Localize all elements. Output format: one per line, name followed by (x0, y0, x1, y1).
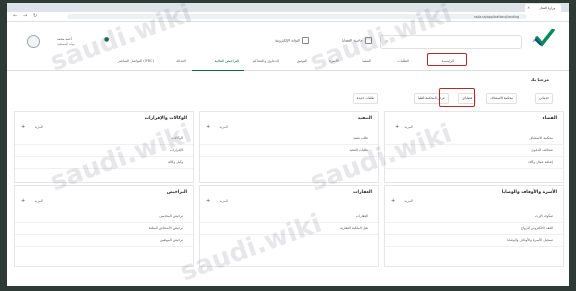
forward-icon[interactable]: → (23, 13, 27, 19)
more-link[interactable]: المزيد (219, 125, 228, 129)
welcome-title: مرحبا بك (530, 77, 549, 82)
tab-lawsuits[interactable]: الدعاوى والمحاكم (253, 59, 279, 63)
more-link[interactable]: المزيد (219, 199, 228, 203)
address-bar-row: ← → ↻ najiz.sa/applications/landing (7, 12, 569, 22)
card-title: التنفيذ (357, 116, 372, 121)
card-title: العقارات (353, 190, 372, 195)
browser-tab-title: وزارة العدل (539, 6, 555, 10)
e-portal-button[interactable]: البوابة الإلكترونية (275, 37, 310, 44)
more-link[interactable]: المزيد (404, 125, 413, 129)
active-tab-indicator (192, 70, 244, 71)
plus-icon[interactable]: + (391, 198, 395, 204)
card-title: القضاء (542, 116, 557, 121)
card-family-endowments: الأسرة والأوقاف والوصايا المزيد + صكوك ا… (384, 185, 564, 267)
list-item[interactable]: طلب تنفيذ (200, 134, 378, 145)
list-item[interactable]: صكوك الإرث (385, 212, 563, 223)
tab-direct-contact[interactable]: التواصل المباشر (IFRC) (118, 59, 154, 63)
browser-tab-bar: وزارة العدل × (7, 3, 569, 12)
more-link[interactable]: المزيد (34, 199, 43, 203)
highlight-box-header (427, 53, 467, 66)
url-text: najiz.sa/applications/landing (473, 14, 519, 19)
back-icon[interactable]: ← (13, 13, 17, 19)
list-item[interactable]: ترخيص المحامين (15, 212, 193, 223)
plus-icon[interactable]: + (206, 198, 210, 204)
reload-icon[interactable]: ↻ (33, 13, 37, 19)
close-icon[interactable]: × (527, 5, 530, 10)
list-item[interactable]: العقد الالكتروني للزواج (385, 224, 563, 235)
list-item[interactable]: ترخيص الموثقين (15, 236, 193, 247)
plus-icon[interactable]: + (206, 124, 210, 130)
chip-my-services[interactable]: خدماتي (535, 93, 553, 104)
chip-new-requests[interactable]: طلبات جديدة (352, 93, 378, 104)
e-portal-label: البوابة الإلكترونية (275, 38, 301, 43)
list-item[interactable]: تسجيل الأسرة والأوقاف والوصايا (385, 236, 563, 247)
logo-text: ناجز (532, 38, 539, 42)
highlight-box-chip (439, 88, 475, 107)
tab-requests[interactable]: الطلبات (397, 59, 409, 63)
browser-tab[interactable]: وزارة العدل × (525, 4, 561, 12)
portal-icon (302, 37, 310, 44)
card-title: التراخيص (166, 190, 187, 195)
card-title: الأسرة والأوقاف والوصايا (501, 190, 557, 195)
browser-window: وزارة العدل × ← → ↻ najiz.sa/application… (7, 3, 569, 286)
card-licenses: التراخيص المزيد + ترخيص المحامين ترخيص ا… (14, 185, 194, 267)
more-link[interactable]: المزيد (34, 125, 43, 129)
avatar[interactable] (27, 35, 40, 48)
list-item[interactable]: ترخيص الأشخاص المثلثة (15, 224, 193, 235)
tab-financial-licenses[interactable]: التراخيص المالية (215, 59, 239, 63)
chip-appeal-court[interactable]: محكمة الاستئناف (486, 93, 517, 104)
tab-documentation[interactable]: التوثيق (297, 59, 307, 63)
tab-justice[interactable]: العدالة (176, 59, 186, 63)
plus-icon[interactable]: + (21, 198, 25, 204)
more-link[interactable]: المزيد (404, 199, 413, 203)
plus-icon[interactable]: + (21, 124, 25, 130)
plus-icon[interactable]: + (395, 124, 399, 130)
